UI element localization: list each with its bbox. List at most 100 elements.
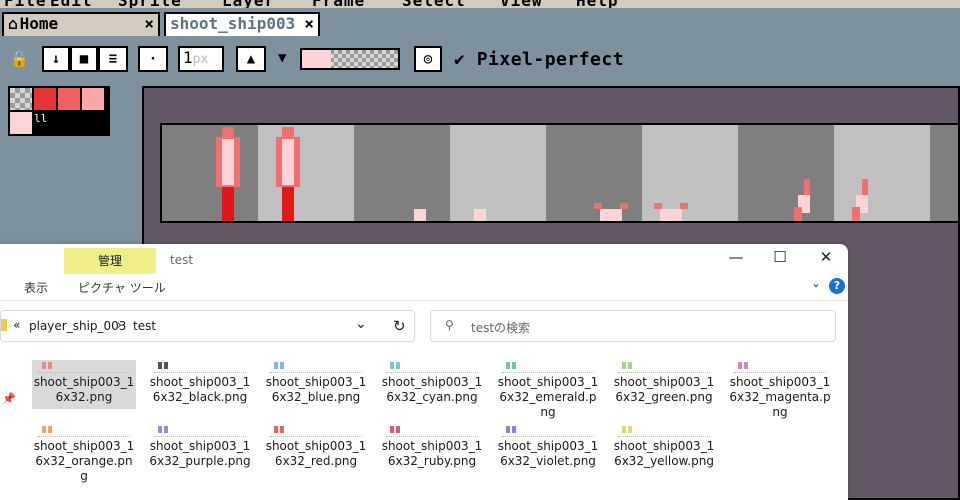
palette-swatch[interactable] bbox=[34, 88, 56, 110]
file-item[interactable]: shoot_ship003_16x32_purple.png bbox=[148, 424, 252, 473]
file-name: shoot_ship003_16x32_yellow.png bbox=[613, 439, 715, 468]
file-thumbnail bbox=[270, 362, 362, 373]
palette-swatch[interactable] bbox=[58, 88, 80, 110]
sprite-sheet-canvas[interactable] bbox=[160, 123, 960, 223]
file-item[interactable]: shoot_ship003_16x32_cyan.png bbox=[380, 360, 484, 409]
file-item[interactable]: shoot_ship003_16x32_magenta.png bbox=[728, 360, 832, 424]
file-name: shoot_ship003_16x32_purple.png bbox=[149, 439, 251, 468]
menu-select[interactable]: Select bbox=[402, 0, 466, 8]
brush-dot-button[interactable]: · bbox=[138, 46, 168, 72]
address-bar[interactable]: « player_ship_003 › test ⌄ ↻ bbox=[0, 310, 415, 342]
sprite-pixel bbox=[852, 207, 860, 221]
tab-home-close-icon[interactable]: × bbox=[144, 14, 154, 34]
pixel-perfect-toggle[interactable]: ✔ Pixel-perfect bbox=[454, 49, 624, 70]
brush-type-button[interactable]: ↓ bbox=[42, 46, 70, 72]
help-icon[interactable]: ? bbox=[829, 278, 845, 294]
palette-separator-icon: ll bbox=[34, 112, 48, 125]
sprite-pixel bbox=[474, 209, 486, 221]
sprite-frame-cell[interactable] bbox=[354, 125, 450, 221]
file-item[interactable]: shoot_ship003_16x32_violet.png bbox=[496, 424, 600, 473]
file-name: shoot_ship003_16x32_magenta.png bbox=[729, 375, 831, 419]
search-box[interactable]: ⚲ testの検索 bbox=[430, 310, 836, 342]
sprite-frame-cell[interactable] bbox=[162, 125, 258, 221]
menu-edit[interactable]: Edit bbox=[50, 0, 93, 8]
brush-menu-button[interactable]: ≡ bbox=[98, 46, 128, 72]
file-name: shoot_ship003_16x32_black.png bbox=[149, 375, 251, 404]
menu-view[interactable]: View bbox=[500, 0, 543, 8]
pressure-button[interactable]: ◎ bbox=[414, 46, 442, 72]
sprite-pixel bbox=[414, 209, 426, 221]
sprite-pixel bbox=[222, 187, 234, 221]
file-thumbnail bbox=[38, 362, 130, 373]
file-item[interactable]: shoot_ship003_16x32_black.png bbox=[148, 360, 252, 409]
sprite-pixel bbox=[282, 127, 294, 137]
sprite-pixel bbox=[282, 139, 294, 185]
file-thumbnail bbox=[618, 426, 710, 437]
ink-dropdown-icon[interactable]: ▼ bbox=[278, 50, 286, 66]
square-icon: ■ bbox=[79, 51, 89, 67]
address-separator-icon: › bbox=[117, 318, 122, 332]
tab-home[interactable]: ⌂ Home × bbox=[2, 12, 160, 36]
menu-layer[interactable]: Layer bbox=[222, 0, 275, 8]
minimize-button[interactable]: — bbox=[716, 248, 756, 266]
address-segment[interactable]: player_ship_003 bbox=[29, 319, 126, 333]
sprite-pixel bbox=[600, 209, 622, 221]
sprite-frame-cell[interactable] bbox=[258, 125, 354, 221]
brush-size-input[interactable]: 1px bbox=[178, 46, 224, 72]
menu-help[interactable]: Help bbox=[576, 0, 619, 8]
refresh-icon[interactable]: ↻ bbox=[393, 317, 406, 335]
pin-icon: 📌 bbox=[2, 392, 16, 405]
file-name: shoot_ship003_16x32_blue.png bbox=[265, 375, 367, 404]
brush-size-unit: px bbox=[192, 52, 209, 67]
palette-swatch-transparent[interactable] bbox=[10, 88, 32, 110]
file-item[interactable]: shoot_ship003_16x32_blue.png bbox=[264, 360, 368, 409]
close-window-button[interactable]: ✕ bbox=[806, 248, 846, 266]
file-item[interactable]: shoot_ship003_16x32_ruby.png bbox=[380, 424, 484, 473]
stamp-button[interactable]: ▲ bbox=[236, 46, 266, 72]
file-name: shoot_ship003_16x32_red.png bbox=[265, 439, 367, 468]
file-item[interactable]: shoot_ship003_16x32_emerald.png bbox=[496, 360, 600, 424]
sprite-frame-cell[interactable] bbox=[450, 125, 546, 221]
file-thumbnail bbox=[502, 426, 594, 437]
file-item[interactable]: shoot_ship003_16x32.png bbox=[32, 360, 136, 409]
file-thumbnail bbox=[502, 362, 594, 373]
checkmark-icon: ✔ bbox=[454, 49, 466, 70]
file-thumbnail bbox=[386, 362, 478, 373]
pixel-perfect-label: Pixel-perfect bbox=[476, 49, 625, 70]
foreground-color[interactable] bbox=[10, 112, 32, 134]
sprite-pixel bbox=[794, 207, 802, 221]
brush-square-button[interactable]: ■ bbox=[70, 46, 98, 72]
file-item[interactable]: shoot_ship003_16x32_yellow.png bbox=[612, 424, 716, 473]
ribbon-tab-view[interactable]: 表示 bbox=[24, 279, 48, 296]
hamburger-icon: ≡ bbox=[108, 51, 118, 67]
tab-shoot-ship[interactable]: shoot_ship003 × bbox=[164, 12, 320, 36]
sprite-frame-cell[interactable] bbox=[834, 125, 930, 221]
sprite-frame-cell[interactable] bbox=[738, 125, 834, 221]
address-segment[interactable]: test bbox=[133, 319, 156, 333]
menu-sprite[interactable]: Sprite bbox=[118, 0, 182, 8]
menu-file[interactable]: File bbox=[4, 0, 47, 8]
file-item[interactable]: shoot_ship003_16x32_green.png bbox=[612, 360, 716, 409]
sprite-frame-cell[interactable] bbox=[930, 125, 958, 221]
file-thumbnail bbox=[154, 426, 246, 437]
tab-shoot-ship-close-icon[interactable]: × bbox=[304, 14, 314, 34]
arrow-down-icon: ↓ bbox=[51, 51, 61, 67]
file-item[interactable]: shoot_ship003_16x32_red.png bbox=[264, 424, 368, 473]
address-overflow-icon[interactable]: « bbox=[13, 318, 20, 332]
ribbon-divider bbox=[0, 300, 848, 301]
maximize-button[interactable]: ☐ bbox=[760, 248, 800, 266]
chevron-down-icon[interactable]: ⌄ bbox=[355, 316, 367, 332]
file-name: shoot_ship003_16x32_orange.png bbox=[33, 439, 135, 483]
ribbon-tab-manage[interactable]: 管理 bbox=[64, 248, 156, 274]
palette-swatch[interactable] bbox=[82, 88, 104, 110]
file-thumbnail bbox=[154, 362, 246, 373]
file-name: shoot_ship003_16x32_violet.png bbox=[497, 439, 599, 468]
home-icon: ⌂ bbox=[8, 14, 18, 33]
opacity-slider[interactable] bbox=[300, 48, 400, 70]
ribbon-tab-picture-tools[interactable]: ピクチャ ツール bbox=[78, 279, 166, 296]
menu-frame[interactable]: Frame bbox=[312, 0, 365, 8]
window-title: test bbox=[170, 253, 194, 267]
file-thumbnail bbox=[386, 426, 478, 437]
file-item[interactable]: shoot_ship003_16x32_orange.png bbox=[32, 424, 136, 488]
lock-icon[interactable]: 🔓 bbox=[10, 50, 29, 68]
